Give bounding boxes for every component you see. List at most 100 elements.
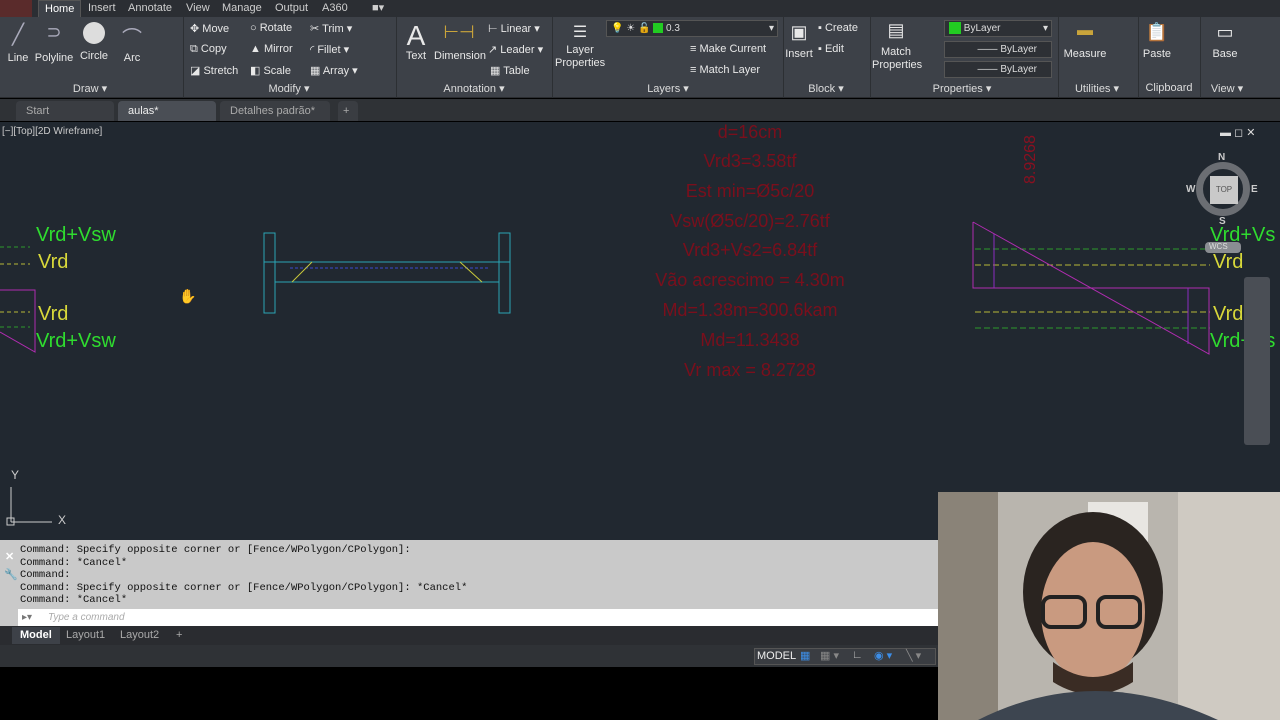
wrench-icon[interactable]: 🔧: [4, 568, 18, 581]
arc-button[interactable]: ⌒ Arc: [118, 22, 146, 64]
mirror-button[interactable]: ▲ Mirror: [250, 43, 293, 55]
navigation-bar[interactable]: [1244, 277, 1270, 445]
line-button[interactable]: ╱ Line: [4, 22, 32, 64]
tab-home[interactable]: Home: [38, 0, 82, 17]
modify-panel-label[interactable]: Modify ▾: [184, 82, 394, 98]
insert-button[interactable]: ▣ Insert: [784, 22, 814, 60]
command-history-line: Command: Specify opposite corner or [Fen…: [20, 581, 468, 594]
compass-east[interactable]: E: [1251, 184, 1258, 195]
beam-section: [263, 232, 511, 314]
move-button[interactable]: ✥ Move: [190, 22, 229, 35]
circle-button[interactable]: Circle: [78, 22, 110, 62]
right-diagram: [972, 221, 1210, 355]
label-vrd: Vrd: [38, 303, 69, 325]
compass-west[interactable]: W: [1186, 184, 1195, 195]
match-properties-button[interactable]: ▤ Match Properties: [872, 20, 922, 72]
layer-dropdown[interactable]: 💡 ☀ 🔓 0.3 ▾: [606, 20, 778, 37]
dimension-button[interactable]: ⊢⊣ Dimension: [434, 22, 486, 62]
label-vrd-vsw: Vrd+Vsw: [36, 330, 116, 352]
tab-annotate[interactable]: Annotate: [122, 0, 178, 17]
model-space-button[interactable]: MODEL: [757, 650, 796, 662]
tab-output[interactable]: Output: [269, 0, 314, 17]
note: Md=11.3438: [700, 330, 800, 350]
drawing-canvas[interactable]: [−][Top][2D Wireframe] ▬ ◻ ✕ X Y Vrd+Vsw…: [0, 122, 1280, 540]
text-button[interactable]: A Text: [402, 20, 430, 62]
compass-south[interactable]: S: [1219, 216, 1226, 227]
dimension-icon: ⊢⊣: [443, 22, 475, 42]
layer-properties-button[interactable]: ☰ Layer Properties: [555, 22, 605, 70]
tab-model[interactable]: Model: [12, 627, 60, 644]
fillet-button[interactable]: ◜ Fillet ▾: [310, 43, 349, 56]
match-layer-button[interactable]: ≡ Match Layer: [690, 64, 760, 76]
polyline-button[interactable]: ⊃ Polyline: [34, 22, 74, 64]
color-dropdown[interactable]: ByLayer ▾: [944, 20, 1052, 37]
tab-layout1[interactable]: Layout1: [58, 627, 113, 644]
stretch-button[interactable]: ◪ Stretch: [190, 64, 238, 77]
note: Vrd3=3.58tf: [703, 151, 797, 171]
properties-panel-label[interactable]: Properties ▾: [872, 82, 1052, 98]
utilities-panel-label[interactable]: Utilities ▾: [1058, 82, 1136, 98]
add-layout-button[interactable]: +: [168, 627, 190, 644]
status-bar: MODEL ▦ ▦ ▾ ∟ ◉ ▾ ╲ ▾: [0, 645, 938, 667]
color-swatch: [949, 22, 961, 35]
trim-button[interactable]: ✂ Trim ▾: [310, 22, 352, 35]
label-vrd: Vrd: [1213, 303, 1244, 325]
block-panel-label[interactable]: Block ▾: [784, 82, 868, 98]
ucs-icon: [6, 487, 52, 526]
measure-button[interactable]: ▬ Measure: [1062, 22, 1108, 60]
wcs-menu[interactable]: WCS: [1205, 242, 1241, 253]
file-tab-aulas[interactable]: aulas*: [118, 101, 216, 121]
webcam-presenter-image: [938, 492, 1280, 720]
ucs-x-label: X: [58, 513, 67, 527]
note: Est min=Ø5c/20: [685, 181, 815, 201]
app-menu-button[interactable]: [0, 0, 32, 17]
annotation-panel-label[interactable]: Annotation ▾: [398, 82, 550, 98]
draw-panel-label[interactable]: Draw ▾: [0, 82, 180, 98]
scale-button[interactable]: ◧ Scale: [250, 64, 291, 77]
tab-a360[interactable]: A360: [316, 0, 354, 17]
isodraft-icon[interactable]: ╲ ▾: [906, 649, 921, 662]
match-properties-icon: ▤: [887, 20, 905, 40]
leader-button[interactable]: ↗ Leader ▾: [488, 43, 543, 56]
label-vrd: Vrd: [38, 251, 69, 273]
rotate-button[interactable]: ○ Rotate: [250, 22, 292, 34]
linetype-dropdown[interactable]: —— ByLayer: [944, 41, 1052, 58]
view-panel-label[interactable]: View ▾: [1202, 82, 1252, 98]
ortho-icon[interactable]: ∟: [852, 649, 863, 661]
base-button[interactable]: ▭ Base: [1210, 22, 1240, 60]
paste-button[interactable]: 📋 Paste: [1142, 22, 1172, 60]
tab-view[interactable]: View: [180, 0, 216, 17]
tab-manage[interactable]: Manage: [216, 0, 268, 17]
new-tab-button[interactable]: +: [338, 101, 358, 121]
command-prompt-icon: ▸▾: [22, 612, 33, 623]
arc-icon: ⌒: [122, 28, 142, 50]
viewcube-top-face[interactable]: TOP: [1210, 176, 1238, 204]
make-current-button[interactable]: ≡ Make Current: [690, 43, 766, 55]
ruler-icon: ▬: [1077, 22, 1093, 39]
copy-button[interactable]: ⧉ Copy: [190, 43, 227, 56]
array-button[interactable]: ▦ Array ▾: [310, 64, 358, 77]
linear-button[interactable]: ⊢ Linear ▾: [488, 22, 540, 35]
viewcube[interactable]: TOP N S E W: [1186, 152, 1258, 227]
file-tab-detalhes[interactable]: Detalhes padrão*: [220, 101, 330, 121]
snap-icon[interactable]: ▦ ▾: [820, 649, 839, 662]
grid-icon[interactable]: ▦: [800, 649, 810, 662]
command-history-line: Command: Specify opposite corner or [Fen…: [20, 544, 411, 556]
clipboard-panel-label[interactable]: Clipboard: [1140, 82, 1198, 98]
lineweight-dropdown[interactable]: —— ByLayer: [944, 61, 1052, 78]
command-input[interactable]: ▸▾ Type a command: [18, 609, 938, 626]
create-block-button[interactable]: ▪ Create: [818, 22, 858, 34]
file-tab-start[interactable]: Start: [16, 101, 114, 121]
ucs-y-label: Y: [11, 468, 20, 482]
tab-layout2[interactable]: Layout2: [112, 627, 167, 644]
video-icon[interactable]: ■▾: [366, 0, 390, 17]
close-icon[interactable]: ✕: [5, 550, 14, 563]
command-history-line: Command: *Cancel*: [20, 556, 128, 569]
tab-insert[interactable]: Insert: [82, 0, 122, 17]
polar-tracking-icon[interactable]: ◉ ▾: [874, 649, 892, 662]
layers-panel-label[interactable]: Layers ▾: [553, 82, 783, 98]
table-button[interactable]: ▦ Table: [490, 64, 530, 77]
edit-block-button[interactable]: ▪ Edit: [818, 43, 844, 55]
layers-icon: ☰: [572, 24, 588, 41]
compass-north[interactable]: N: [1218, 152, 1225, 163]
